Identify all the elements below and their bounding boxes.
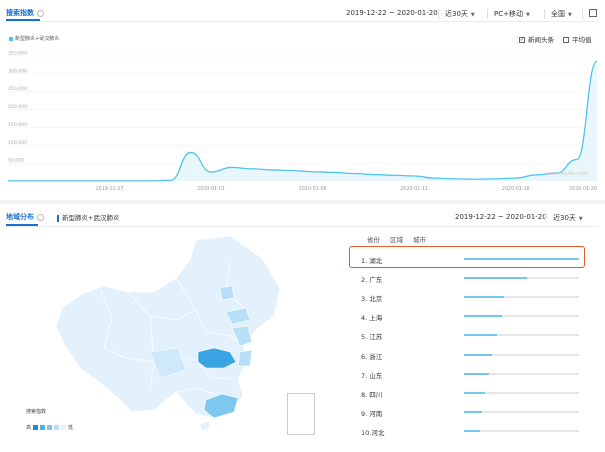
ranking-row[interactable]: 1. 湖北 — [361, 255, 591, 265]
y-tick-label: 200,000 — [8, 104, 27, 110]
keyword-label: 新型肺炎+武汉肺炎 — [62, 214, 120, 222]
legend-swatch — [33, 425, 39, 430]
y-tick-label: 50,000 — [8, 158, 24, 164]
ranking-bar-track — [464, 410, 579, 413]
y-tick-label: 300,000 — [8, 68, 27, 74]
x-tick-label: 2020-01-01 — [197, 186, 225, 192]
region-period-label: 近30天 — [553, 214, 576, 222]
ranking-row[interactable]: 3. 北京 — [361, 293, 591, 303]
ranking-bar — [464, 315, 502, 318]
ranking-bar — [464, 391, 485, 394]
beijing-area[interactable] — [219, 285, 235, 301]
ranking-row[interactable]: 7. 山东 — [361, 370, 591, 380]
y-tick-label: 250,000 — [8, 86, 27, 92]
keyword-tag: 新型肺炎+武汉肺炎 — [57, 212, 119, 222]
ranking-row[interactable]: 6. 浙江 — [361, 351, 591, 361]
y-tick-label: 150,000 — [8, 122, 27, 128]
ranking-row[interactable]: 2. 广东 — [361, 274, 591, 284]
ranking-label: 8. 四川 — [361, 390, 383, 399]
y-tick-label: 100,000 — [8, 140, 27, 146]
ranking-bar-track — [464, 353, 579, 356]
watermark: index.baidu.com — [546, 171, 588, 177]
info-icon[interactable] — [37, 213, 44, 221]
ranking-bar-track — [464, 334, 579, 337]
x-tick-label: 2020-01-16 — [502, 186, 530, 192]
ranking-label: 4. 上海 — [361, 314, 383, 323]
x-tick-label: 2020-01-06 — [299, 186, 327, 192]
search-trend-chart[interactable]: 350,000 300,000 250,000 200,000 150,000 100,0… — [0, 0, 605, 200]
ranking-bar — [464, 429, 481, 432]
map-legend-title: 搜索指数 — [26, 409, 47, 415]
ranking-bar-track — [464, 315, 579, 318]
ranking-bar-track — [464, 429, 579, 432]
region-date-range[interactable]: 2019-12-22 ~ 2020-01-20 — [455, 213, 547, 221]
ranking-bar-track — [464, 277, 579, 280]
south-china-sea-inset — [287, 393, 315, 435]
ranking-bar-track — [464, 258, 579, 260]
header-divider — [6, 226, 599, 227]
tab-region-distribution[interactable]: 地域分布 — [6, 212, 44, 222]
ranking-label: 5. 江苏 — [361, 333, 383, 342]
ranking-row[interactable]: 10.河北 — [361, 427, 591, 437]
ranking-bar — [464, 410, 483, 413]
ranking-bar-track — [464, 372, 579, 375]
legend-high-label: 高 — [26, 425, 32, 431]
hainan-island — [200, 422, 210, 430]
ranking-label: 9. 河南 — [361, 409, 383, 418]
ranking-bar — [464, 334, 498, 337]
map-legend: 高低 — [26, 417, 73, 431]
legend-swatch — [61, 425, 67, 430]
region-date-text: 2019-12-22 ~ 2020-01-20 — [455, 213, 547, 221]
divider — [545, 212, 546, 222]
search-index-panel: 搜索指数 2019-12-22 ~ 2020-01-20 近30天 ▼ PC+移动… — [0, 0, 605, 200]
zhejiang-province[interactable] — [237, 349, 253, 367]
x-tick-label: 2020-01-11 — [400, 186, 428, 192]
y-tick-label: 350,000 — [8, 51, 27, 57]
ranking-bar-track — [464, 296, 579, 299]
caret-down-icon: ▼ — [578, 216, 583, 222]
ranking-label: 3. 北京 — [361, 295, 383, 304]
ranking-row[interactable]: 8. 四川 — [361, 389, 591, 399]
ranking-row[interactable]: 5. 江苏 — [361, 331, 591, 341]
tab-city[interactable]: 城市 — [413, 234, 426, 244]
tab-region-label: 地域分布 — [6, 213, 34, 221]
legend-swatch — [54, 425, 60, 430]
ranking-label: 2. 广东 — [361, 276, 383, 285]
legend-swatch — [47, 425, 53, 430]
section-divider — [0, 200, 605, 204]
region-period-dropdown[interactable]: 近30天 ▼ — [553, 213, 583, 223]
keyword-marker — [57, 214, 59, 222]
ranking-bar — [464, 296, 505, 299]
ranking-row[interactable]: 9. 河南 — [361, 408, 591, 418]
ranking-label: 6. 浙江 — [361, 352, 383, 361]
ranking-bar — [464, 258, 579, 260]
ranking-bar-track — [464, 391, 579, 394]
x-tick-label: 2020-01-20 — [569, 186, 597, 192]
x-tick-label: 2019-12-27 — [96, 186, 124, 192]
ranking-row[interactable]: 4. 上海 — [361, 312, 591, 322]
tab-area[interactable]: 区域 — [390, 234, 403, 244]
ranking-label: 1. 湖北 — [361, 257, 383, 265]
tab-province[interactable]: 省份 — [367, 234, 380, 244]
legend-swatch — [40, 425, 46, 430]
ranking-label: 10.河北 — [361, 428, 385, 437]
legend-low-label: 低 — [68, 425, 74, 431]
ranking-bar — [464, 277, 528, 280]
ranking-bar — [464, 372, 490, 375]
ranking-bar — [464, 353, 492, 356]
ranking-label: 7. 山东 — [361, 371, 383, 380]
